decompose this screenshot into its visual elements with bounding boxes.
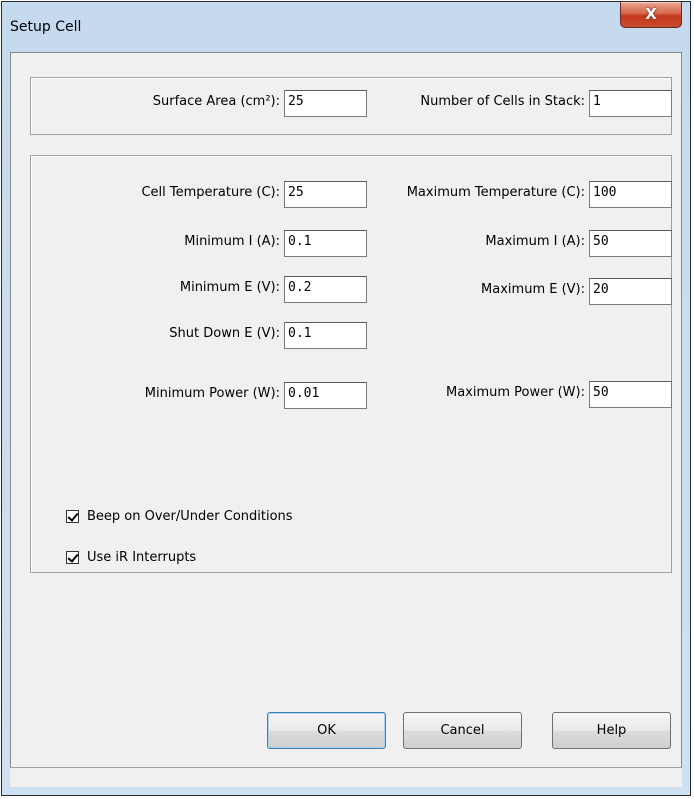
beep-option-row[interactable]: Beep on Over/Under Conditions [66, 509, 293, 524]
max-voltage-field[interactable]: 20 [589, 278, 672, 305]
close-icon: X [645, 5, 657, 23]
min-current-label: Minimum I (A): [184, 234, 280, 249]
cancel-button[interactable]: Cancel [403, 712, 522, 749]
min-power-field[interactable]: 0.01 [284, 382, 367, 409]
window-title: Setup Cell [10, 19, 82, 35]
cell-temperature-label: Cell Temperature (C): [141, 185, 280, 200]
dialog-client-area: Surface Area (cm²): 25 Number of Cells i… [10, 52, 682, 787]
surface-area-field[interactable]: 25 [284, 90, 367, 117]
cells-in-stack-field[interactable]: 1 [589, 90, 672, 117]
cell-settings-group: Surface Area (cm²): 25 Number of Cells i… [30, 77, 672, 135]
min-voltage-field[interactable]: 0.2 [284, 276, 367, 303]
setup-cell-window: Setup Cell X Surface Area (cm²): 25 Numb… [1, 1, 691, 796]
max-temperature-label: Maximum Temperature (C): [406, 185, 585, 200]
title-bar[interactable]: Setup Cell X [2, 2, 690, 52]
shutdown-voltage-field[interactable]: 0.1 [284, 322, 367, 349]
cells-in-stack-label: Number of Cells in Stack: [420, 94, 585, 109]
ok-button[interactable]: OK [267, 712, 386, 749]
max-current-field[interactable]: 50 [589, 230, 672, 257]
ir-option-row[interactable]: Use iR Interrupts [66, 550, 196, 565]
cell-temperature-field[interactable]: 25 [284, 181, 367, 208]
help-button[interactable]: Help [552, 712, 671, 749]
surface-area-label: Surface Area (cm²): [152, 94, 280, 109]
max-current-label: Maximum I (A): [485, 234, 585, 249]
max-power-label: Maximum Power (W): [445, 385, 585, 400]
status-bar [10, 767, 682, 787]
shutdown-voltage-label: Shut Down E (V): [169, 326, 280, 341]
max-voltage-label: Maximum E (V): [481, 282, 585, 297]
max-temperature-field[interactable]: 100 [589, 181, 672, 208]
min-voltage-label: Minimum E (V): [179, 280, 280, 295]
ir-interrupts-checkbox-label: Use iR Interrupts [87, 550, 197, 565]
limits-group: Cell Temperature (C): 25 Maximum Tempera… [30, 155, 672, 573]
close-button[interactable]: X [620, 2, 682, 28]
min-power-label: Minimum Power (W): [144, 386, 280, 401]
beep-checkbox-label: Beep on Over/Under Conditions [87, 509, 293, 524]
max-power-field[interactable]: 50 [589, 381, 672, 408]
ir-interrupts-checkbox[interactable] [66, 551, 79, 564]
beep-checkbox[interactable] [66, 510, 79, 523]
min-current-field[interactable]: 0.1 [284, 230, 367, 257]
